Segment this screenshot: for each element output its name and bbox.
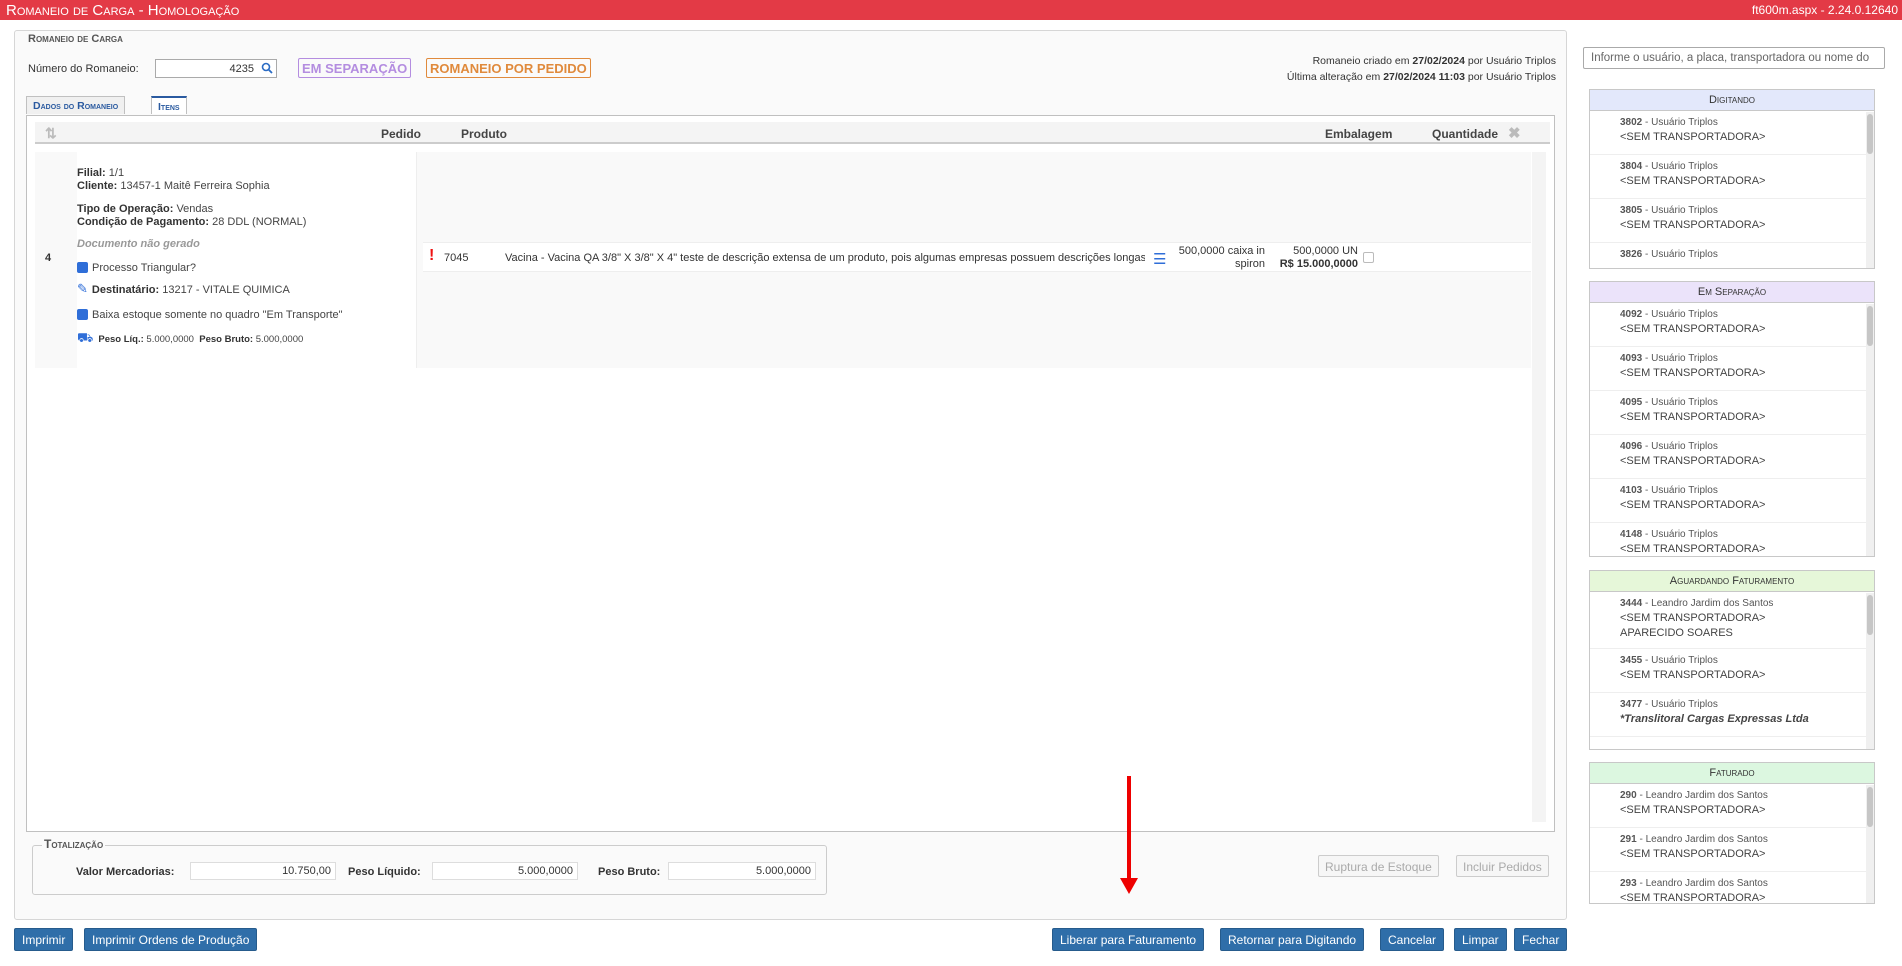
list-item[interactable]: 290 - Leandro Jardim dos Santos <SEM TRAN… — [1590, 784, 1874, 828]
numero-value: 4235 — [229, 63, 254, 75]
list-item[interactable]: 3826 - Usuário Triplos — [1590, 243, 1874, 268]
list-item[interactable]: 4096 - Usuário Triplos <SEM TRANSPORTADOR… — [1590, 435, 1874, 479]
version-label: ft600m.aspx - 2.24.0.12640 — [1751, 3, 1898, 17]
list-item[interactable]: 3444 - Leandro Jardim dos Santos <SEM TRA… — [1590, 592, 1874, 649]
list-item[interactable]: 4093 - Usuário Triplos <SEM TRANSPORTADOR… — [1590, 347, 1874, 391]
table-row: 4 Filial: 1/1 Cliente: 13457-1 Maitê Fer… — [35, 152, 1531, 368]
pencil-icon[interactable]: ✎ — [77, 281, 88, 296]
panel-scrollbar[interactable] — [1866, 304, 1874, 556]
peso-liquido: 5.000,0000 — [432, 862, 578, 880]
list-item[interactable]: 3802 - Usuário Triplos <SEM TRANSPORTADOR… — [1590, 111, 1874, 155]
title-bar: Romaneio de Carga - Homologação ft600m.a… — [0, 0, 1902, 20]
fechar-button[interactable]: Fechar — [1514, 928, 1568, 951]
panel-title: Digitando — [1590, 90, 1874, 111]
baixa-estoque[interactable]: Baixa estoque somente no quadro "Em Tran… — [77, 309, 343, 321]
panel-scrollbar[interactable] — [1866, 112, 1874, 268]
item-checkbox[interactable] — [1363, 252, 1374, 263]
truck-icon: ⛟ — [77, 330, 94, 345]
panel-title: Faturado — [1590, 763, 1874, 784]
item-row[interactable]: ! 7045 Vacina - Vacina QA 3/8" X 3/8" X … — [423, 242, 1531, 272]
panel-scrollbar[interactable] — [1866, 785, 1874, 903]
tab-itens[interactable]: Itens — [151, 96, 187, 114]
totalizacao-legend: Totalização — [42, 837, 106, 851]
status-badge: EM SEPARAÇÃO — [298, 58, 412, 78]
imprimir-ordens-button[interactable]: Imprimir Ordens de Produção — [84, 928, 258, 951]
clear-icon[interactable]: ✖ — [1508, 124, 1521, 142]
list-item[interactable]: 293 - Leandro Jardim dos Santos <SEM TRAN… — [1590, 872, 1874, 903]
list-item[interactable]: 3455 - Usuário Triplos <SEM TRANSPORTADOR… — [1590, 649, 1874, 693]
limpar-button[interactable]: Limpar — [1454, 928, 1507, 951]
panel-title: Aguardando Faturamento — [1590, 571, 1874, 592]
app-title: Romaneio de Carga - Homologação — [6, 2, 240, 19]
item-embalagem: 500,0000 caixa in spiron — [1178, 245, 1265, 270]
annotation-arrowhead — [1120, 878, 1138, 894]
search-icon[interactable] — [261, 62, 273, 74]
documento-status: Documento não gerado — [77, 238, 200, 250]
romaneio-legend: Romaneio de Carga — [26, 33, 125, 45]
panel-aguardando-faturamento: Aguardando Faturamento 3444 - Leandro Ja… — [1589, 570, 1875, 750]
list-item[interactable]: 4092 - Usuário Triplos <SEM TRANSPORTADOR… — [1590, 303, 1874, 347]
list-icon[interactable]: ☰ — [1153, 250, 1166, 268]
tab-dados-romaneio[interactable]: Dados do Romaneio — [26, 96, 126, 114]
liberar-faturamento-button[interactable]: Liberar para Faturamento — [1052, 928, 1205, 951]
numero-input[interactable]: 4235 — [155, 59, 277, 78]
col-produto[interactable]: Produto — [461, 127, 507, 141]
list-item[interactable]: 291 - Leandro Jardim dos Santos <SEM TRAN… — [1590, 828, 1874, 872]
numero-label: Número do Romaneio: — [28, 63, 139, 75]
peso-bruto: 5.000,0000 — [668, 862, 816, 880]
item-produto: Vacina - Vacina QA 3/8" X 3/8" X 4" test… — [505, 252, 1145, 264]
tipo-badge: ROMANEIO POR PEDIDO — [426, 58, 591, 78]
list-item[interactable]: 4095 - Usuário Triplos <SEM TRANSPORTADOR… — [1590, 391, 1874, 435]
itens-grid: ⇅ Pedido Produto Embalagem Quantidade ✖ … — [26, 115, 1555, 832]
item-pedido[interactable]: 7045 — [444, 252, 468, 264]
row-seq: 4 — [45, 252, 52, 264]
checkbox-checked[interactable] — [77, 262, 88, 273]
alert-icon: ! — [429, 247, 435, 264]
sort-icon[interactable]: ⇅ — [45, 125, 57, 142]
list-item[interactable]: 3805 - Usuário Triplos <SEM TRANSPORTADOR… — [1590, 199, 1874, 243]
list-item[interactable]: 3804 - Usuário Triplos <SEM TRANSPORTADOR… — [1590, 155, 1874, 199]
col-embalagem[interactable]: Embalagem — [1325, 127, 1392, 141]
checkbox-checked[interactable] — [77, 309, 88, 320]
item-quantidade: 500,0000 UN R$ 15.000,0000 — [1279, 245, 1358, 270]
panel-em-separacao: Em Separação 4092 - Usuário Triplos <SEM … — [1589, 281, 1875, 557]
list-item[interactable]: 4148 - Usuário Triplos <SEM TRANSPORTADOR… — [1590, 523, 1874, 556]
criado-info: Romaneio criado em 27/02/2024 por Usuári… — [1312, 55, 1556, 67]
panel-title: Em Separação — [1590, 282, 1874, 303]
ruptura-estoque-button[interactable]: Ruptura de Estoque — [1318, 855, 1439, 877]
incluir-pedidos-button[interactable]: Incluir Pedidos — [1456, 855, 1549, 877]
retornar-digitando-button[interactable]: Retornar para Digitando — [1220, 928, 1365, 951]
grid-scrollbar[interactable] — [1532, 152, 1546, 822]
search-input[interactable]: Informe o usuário, a placa, transportado… — [1583, 47, 1885, 69]
col-pedido[interactable]: Pedido — [381, 127, 421, 141]
imprimir-button[interactable]: Imprimir — [14, 928, 74, 951]
cancelar-button[interactable]: Cancelar — [1380, 928, 1445, 951]
panel-scrollbar[interactable] — [1866, 593, 1874, 749]
panel-faturado: Faturado 290 - Leandro Jardim dos Santos… — [1589, 762, 1875, 904]
grid-header: ⇅ Pedido Produto Embalagem Quantidade ✖ — [35, 122, 1550, 144]
valor-label: Valor Mercadorias: — [76, 866, 175, 878]
annotation-arrow — [1127, 776, 1131, 881]
list-item[interactable]: 3477 - Usuário Triplos *Translitoral Carg… — [1590, 693, 1874, 737]
valor-mercadorias: 10.750,00 — [190, 862, 336, 880]
list-item[interactable]: 4103 - Usuário Triplos <SEM TRANSPORTADOR… — [1590, 479, 1874, 523]
col-quantidade[interactable]: Quantidade — [1432, 127, 1498, 141]
panel-digitando: Digitando 3802 - Usuário Triplos <SEM TRA… — [1589, 89, 1875, 269]
peso-bruto-label: Peso Bruto: — [598, 866, 661, 878]
processo-triangular[interactable]: Processo Triangular? — [77, 262, 196, 274]
alterado-info: Última alteração em 27/02/2024 11:03 por… — [1286, 71, 1556, 83]
peso-liquido-label: Peso Líquido: — [348, 866, 421, 878]
